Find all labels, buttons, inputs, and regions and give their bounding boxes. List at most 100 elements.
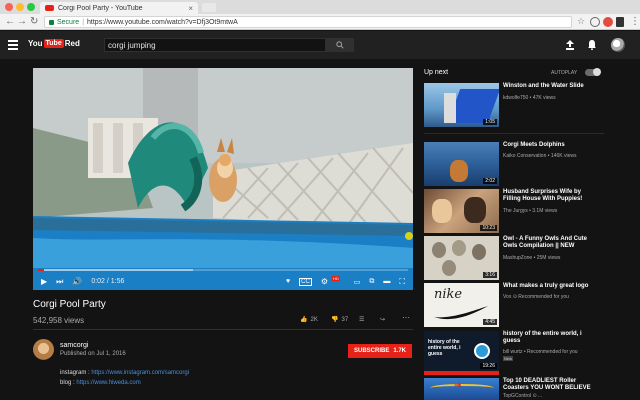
duration-badge: 10:23 [480,225,497,231]
back-arrow-icon[interactable]: ← [5,16,15,28]
up-next-heading: Up next [424,69,449,76]
close-window-button[interactable] [5,3,13,11]
channel-name[interactable]: samcorgi [60,342,88,349]
duration-badge: 4:45 [483,319,497,325]
youtube-favicon-icon [45,5,54,11]
nike-thumb-text: nike [434,287,463,302]
logo-tube-text: Tube [43,39,64,48]
recommended-title: What makes a truly great logo [503,283,589,289]
theater-mode-icon[interactable]: ▬ [383,278,390,285]
captions-icon[interactable]: CC [299,277,312,286]
extension-record-icon[interactable] [603,17,613,27]
blog-label: blog : [60,380,77,386]
bookmark-star-icon[interactable]: ☆ [577,16,585,27]
tab-title: Corgi Pool Party - YouTube [58,4,143,12]
instagram-label: instagram : [60,370,92,376]
volume-icon[interactable]: 🔊 [72,277,82,286]
time-display: 0:02 / 1:56 [91,278,125,285]
hamburger-menu-icon[interactable] [8,40,18,52]
progress-played [38,269,45,271]
logo-red-text: Red [64,39,80,48]
new-tab-button[interactable] [202,3,216,12]
forward-arrow-icon[interactable]: → [17,16,27,28]
thumbnail: ➜ [424,378,499,400]
add-to-playlist-icon[interactable]: ☰ [359,316,364,323]
settings-gear-icon[interactable]: ⚙ [321,277,328,286]
thumbs-down-icon: 👎 [331,317,339,323]
recommended-meta: Kaiko Conservation • 146K views [503,153,577,159]
recommended-meta: MashupZone • 25M views [503,255,561,261]
recommended-title: Top 10 DEADLIEST Roller Coasters YOU WON… [503,378,591,391]
thumbnail: 2:02 [424,142,499,186]
extension-icon[interactable] [590,17,600,27]
view-count: 542,958 views [33,316,85,325]
recommended-item[interactable]: 3:16 Owl - A Funny Owls And Cute Owls Co… [424,236,600,282]
subscribe-button[interactable]: SUBSCRIBE 1.7K [348,344,412,358]
thumbnail: history of the entire world, i guess 19:… [424,331,499,375]
video-frame-corgi-slide [33,68,413,290]
recommended-meta: bill wurtz • Recommended for you [503,349,578,355]
recommended-title: history of the entire world, i guess [503,331,582,344]
hd-badge-icon: HD [331,276,340,281]
like-button[interactable]: 👍 2K [300,316,318,324]
instagram-link[interactable]: https://www.instagram.com/samcorgi [91,370,189,376]
channel-avatar[interactable] [33,339,54,360]
omnibox[interactable]: Secure | https://www.youtube.com/watch?v… [44,16,572,28]
autoplay-toggle[interactable] [585,68,601,76]
fullscreen-icon[interactable]: ⛶ [399,277,405,287]
divider [424,133,604,134]
subscriber-count: 1.7K [393,348,407,354]
recommended-title: Husband Surprises Wife by Filling House … [503,189,583,202]
logo-you-text: You [28,39,43,48]
recommended-item[interactable]: 1:05 Winston and the Water Slide kdwolfe… [424,83,600,129]
history-thumb-text: history of the entire world, i guess [428,339,461,357]
minimize-window-button[interactable] [16,3,24,11]
browser-menu-icon[interactable]: ⋮ [630,16,640,28]
video-player[interactable]: ▶ ⏭ 🔊 0:02 / 1:56 ♥ CC ⚙ HD ▭ ⧉ ▬ ⛶ [33,68,413,290]
recommended-item[interactable]: nike 4:45 What makes a truly great logo … [424,283,600,329]
thumbnail: nike 4:45 [424,283,499,327]
play-icon[interactable]: ▶ [41,277,47,286]
more-options-icon[interactable]: ⋯ [402,313,410,322]
share-icon[interactable]: ↪ [380,316,385,323]
search-button[interactable] [326,38,354,52]
upload-icon[interactable] [566,40,574,50]
thumbnail: 10:23 [424,189,499,233]
recommended-meta: The Jurgys • 3.1M views [503,208,558,214]
browser-tab-strip: Corgi Pool Party - YouTube × [0,0,640,14]
recommended-meta: Vox ⊙ Recommended for you [503,294,569,300]
duration-badge: 2:02 [483,178,497,184]
url-text[interactable]: https://www.youtube.com/watch?v=Dfj3Ot9m… [87,19,238,26]
progress-bar[interactable] [38,269,408,271]
address-bar: ← → ↻ Secure | https://www.youtube.com/w… [0,14,640,30]
cast-icon[interactable]: ⧉ [369,278,374,286]
notifications-bell-icon[interactable] [588,40,596,50]
recommended-item[interactable]: ➜ Top 10 DEADLIEST Roller Coasters YOU W… [424,378,600,400]
recommended-title: Winston and the Water Slide [503,83,584,89]
extension-youtube-icon[interactable] [616,17,624,27]
browser-tab[interactable]: Corgi Pool Party - YouTube × [40,2,198,14]
dislike-button[interactable]: 👎 37 [331,316,348,324]
miniplayer-icon[interactable]: ▭ [354,278,361,286]
reload-icon[interactable]: ↻ [30,16,38,28]
publish-date: Published on Jul 1, 2016 [60,351,126,357]
recommended-item[interactable]: 2:02 Corgi Meets Dolphins Kaiko Conserva… [424,142,600,188]
blog-link[interactable]: https://www.hiweda.com [76,380,140,386]
account-avatar[interactable] [611,38,625,52]
like-count: 2K [310,316,318,323]
thumbnail: 3:16 [424,236,499,280]
next-icon[interactable]: ⏭ [56,277,63,287]
recommended-item[interactable]: history of the entire world, i guess 19:… [424,331,600,377]
thumbnail: 1:05 [424,83,499,127]
autoplay-heart-icon[interactable]: ♥ [286,278,290,285]
search-input[interactable] [104,38,326,52]
recommended-title: Owl - A Funny Owls And Cute Owls Compila… [503,236,587,249]
divider [33,329,413,330]
red-arrow-icon: ➜ [454,380,462,390]
progress-loaded [38,269,194,271]
player-controls: ▶ ⏭ 🔊 0:02 / 1:56 ♥ CC ⚙ HD ▭ ⧉ ▬ ⛶ [33,273,413,290]
youtube-red-logo[interactable]: You Tube Red [28,39,80,48]
maximize-window-button[interactable] [27,3,35,11]
recommended-item[interactable]: 10:23 Husband Surprises Wife by Filling … [424,189,600,235]
tab-close-button[interactable]: × [188,4,193,13]
